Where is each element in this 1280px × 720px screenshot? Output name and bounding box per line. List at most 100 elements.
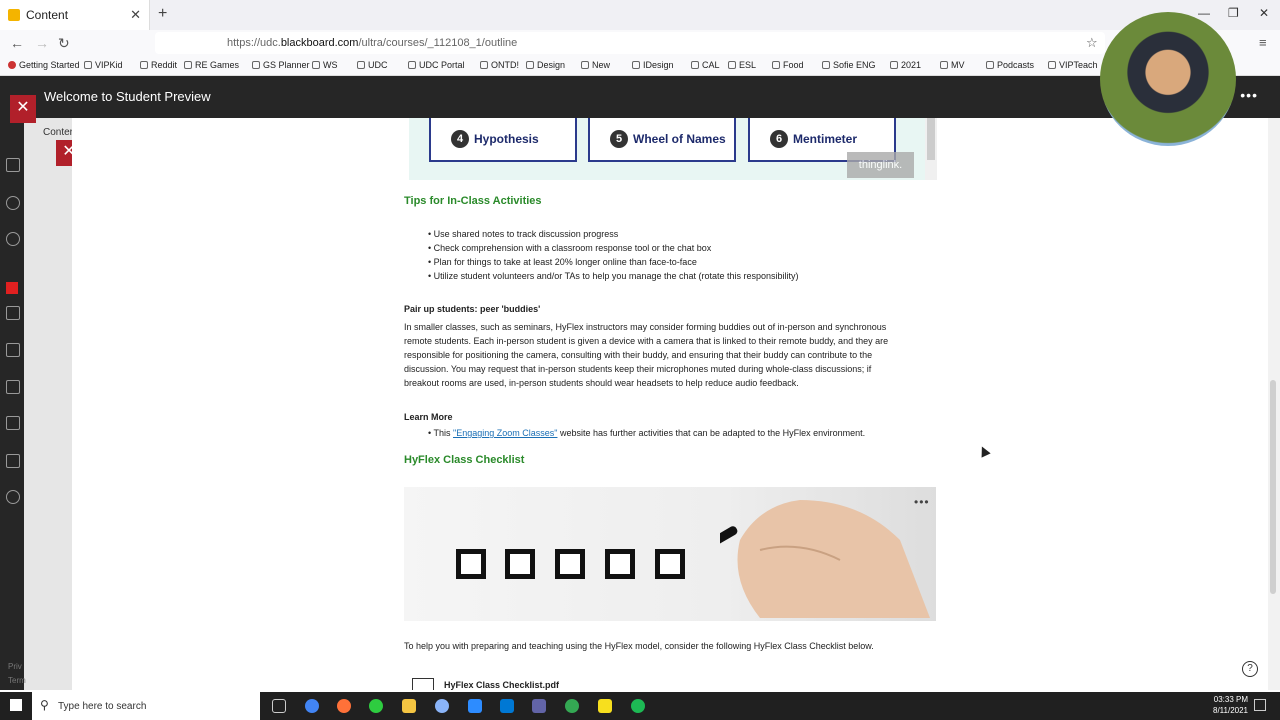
blackboard-favicon-icon xyxy=(8,9,20,21)
bookmark-item[interactable]: Podcasts xyxy=(986,60,1034,70)
content-tab-label[interactable]: Conter xyxy=(43,127,73,138)
groups-icon[interactable] xyxy=(6,306,20,320)
globe-icon xyxy=(140,61,148,69)
edit-icon[interactable] xyxy=(6,454,20,468)
grades-icon[interactable] xyxy=(6,416,20,430)
engaging-zoom-classes-link[interactable]: "Engaging Zoom Classes" xyxy=(453,428,557,438)
wechat-icon[interactable] xyxy=(369,699,383,713)
bookmark-item[interactable]: WS xyxy=(312,60,338,70)
calendar-icon[interactable] xyxy=(6,343,20,357)
tips-heading: Tips for In-Class Activities xyxy=(404,195,542,207)
bookmark-item[interactable]: GS Planner xyxy=(252,60,310,70)
new-tab-icon[interactable]: + xyxy=(158,5,167,23)
thinglink-badge[interactable]: thinglink. xyxy=(847,152,914,178)
zoom-icon[interactable] xyxy=(468,699,482,713)
pdf-file-name[interactable]: HyFlex Class Checklist.pdf xyxy=(444,680,559,690)
back-icon[interactable]: ← xyxy=(10,35,24,51)
image-options-icon[interactable]: ••• xyxy=(914,495,930,509)
folder-icon xyxy=(772,61,780,69)
paragraph-line: In smaller classes, such as seminars, Hy… xyxy=(404,322,887,332)
paragraph-line: remote students. Each in-person student … xyxy=(404,336,889,346)
url-domain: blackboard.com xyxy=(280,37,359,49)
bookmark-item[interactable]: Reddit xyxy=(140,60,177,70)
bookmark-item[interactable]: UDC xyxy=(357,60,388,70)
bookmark-item[interactable]: ESL xyxy=(728,60,756,70)
taskbar-search[interactable]: ⚲ Type here to search xyxy=(32,692,260,720)
embed-tile-wheel-of-names[interactable]: 5 Wheel of Names xyxy=(588,118,736,162)
tile-label: Mentimeter xyxy=(793,132,858,146)
address-bar[interactable]: https://udc. blackboard.com/ultra/courses… xyxy=(155,32,1105,54)
exit-preview-button[interactable]: ✕ xyxy=(10,95,36,123)
embed-tile-hypothesis[interactable]: 4 Hypothesis xyxy=(429,118,577,162)
list-item: • Plan for things to take at least 20% l… xyxy=(428,257,697,267)
windows-taskbar: ⚲ Type here to search 03:33 PM 8/11/2021 xyxy=(0,692,1280,720)
app-icon[interactable] xyxy=(435,699,449,713)
bookmark-item[interactable]: VIPTeach xyxy=(1048,60,1098,70)
bookmark-star-icon[interactable]: ☆ xyxy=(1086,35,1098,51)
taskbar-clock[interactable]: 03:33 PM 8/11/2021 xyxy=(1200,694,1248,716)
url-prefix: https://udc. xyxy=(227,37,281,49)
sticky-notes-icon[interactable] xyxy=(598,699,612,713)
privacy-link[interactable]: Priv xyxy=(8,660,26,674)
bookmark-item[interactable]: ONTD! xyxy=(480,60,519,70)
windows-start-icon[interactable] xyxy=(10,699,22,711)
left-navigation-rail xyxy=(0,118,24,690)
bookmark-item[interactable]: 2021 xyxy=(890,60,921,70)
bookmark-item[interactable]: Food xyxy=(772,60,804,70)
spotify-icon[interactable] xyxy=(631,699,645,713)
profile-icon[interactable] xyxy=(6,196,20,210)
bookmark-item[interactable]: IDesign xyxy=(632,60,674,70)
bookmarks-bar: Getting Started VIPKid Reddit RE Games G… xyxy=(0,56,1280,76)
bookmark-favicon-icon xyxy=(8,61,16,69)
footer-links: Priv Term xyxy=(8,660,26,688)
institution-icon[interactable] xyxy=(6,158,20,172)
restore-icon[interactable]: ❐ xyxy=(1228,6,1239,20)
checklist-heading: HyFlex Class Checklist xyxy=(404,454,525,466)
bookmark-item[interactable]: Sofie ENG xyxy=(822,60,876,70)
browser-tab-bar: Content ✕ + — ❐ ✕ xyxy=(0,0,1280,30)
bookmark-item[interactable]: VIPKid xyxy=(84,60,123,70)
messages-icon[interactable] xyxy=(6,380,20,394)
folder-icon xyxy=(357,61,365,69)
bookmark-item[interactable]: RE Games xyxy=(184,60,239,70)
bookmark-item[interactable]: MV xyxy=(940,60,965,70)
close-window-icon[interactable]: ✕ xyxy=(1259,6,1269,20)
folder-icon xyxy=(890,61,898,69)
folder-icon xyxy=(184,61,192,69)
bookmark-item[interactable]: UDC Portal xyxy=(408,60,465,70)
help-icon[interactable]: ? xyxy=(1242,661,1258,677)
sign-out-icon[interactable] xyxy=(6,490,20,504)
search-placeholder: Type here to search xyxy=(58,700,147,712)
firefox-icon[interactable] xyxy=(337,699,351,713)
page-scrollbar-thumb[interactable] xyxy=(1270,380,1276,594)
terms-link[interactable]: Term xyxy=(8,674,26,688)
course-side-panel xyxy=(24,118,72,690)
notifications-icon[interactable] xyxy=(1254,699,1266,711)
chrome-alt-icon[interactable] xyxy=(565,699,579,713)
outlook-icon[interactable] xyxy=(500,699,514,713)
bookmark-item[interactable]: Getting Started xyxy=(8,60,80,70)
reload-icon[interactable]: ↻ xyxy=(58,35,70,52)
close-tab-icon[interactable]: ✕ xyxy=(130,7,141,23)
globe-icon xyxy=(252,61,260,69)
globe-icon xyxy=(986,61,994,69)
paragraph-line: responsible for positioning the camera, … xyxy=(404,350,873,360)
teams-icon[interactable] xyxy=(532,699,546,713)
checkbox-graphic xyxy=(456,549,486,579)
minimize-icon[interactable]: — xyxy=(1198,6,1210,20)
task-view-icon[interactable] xyxy=(272,699,286,713)
globe-icon[interactable] xyxy=(6,232,20,246)
browser-tab[interactable]: Content ✕ xyxy=(0,0,150,30)
more-options-icon[interactable]: ••• xyxy=(1240,87,1258,103)
chrome-icon[interactable] xyxy=(305,699,319,713)
forward-icon[interactable]: → xyxy=(35,35,49,51)
pdf-attachment-row[interactable]: HyFlex Class Checklist.pdf xyxy=(404,678,936,690)
tile-label: Hypothesis xyxy=(474,132,539,146)
bookmark-item[interactable]: New xyxy=(581,60,610,70)
menu-icon[interactable]: ≡ xyxy=(1259,35,1267,50)
embed-scrollbar-thumb[interactable] xyxy=(927,118,935,160)
file-explorer-icon[interactable] xyxy=(402,699,416,713)
bookmark-item[interactable]: CAL xyxy=(691,60,720,70)
bookmark-item[interactable]: Design xyxy=(526,60,565,70)
tile-label: Wheel of Names xyxy=(633,132,726,146)
